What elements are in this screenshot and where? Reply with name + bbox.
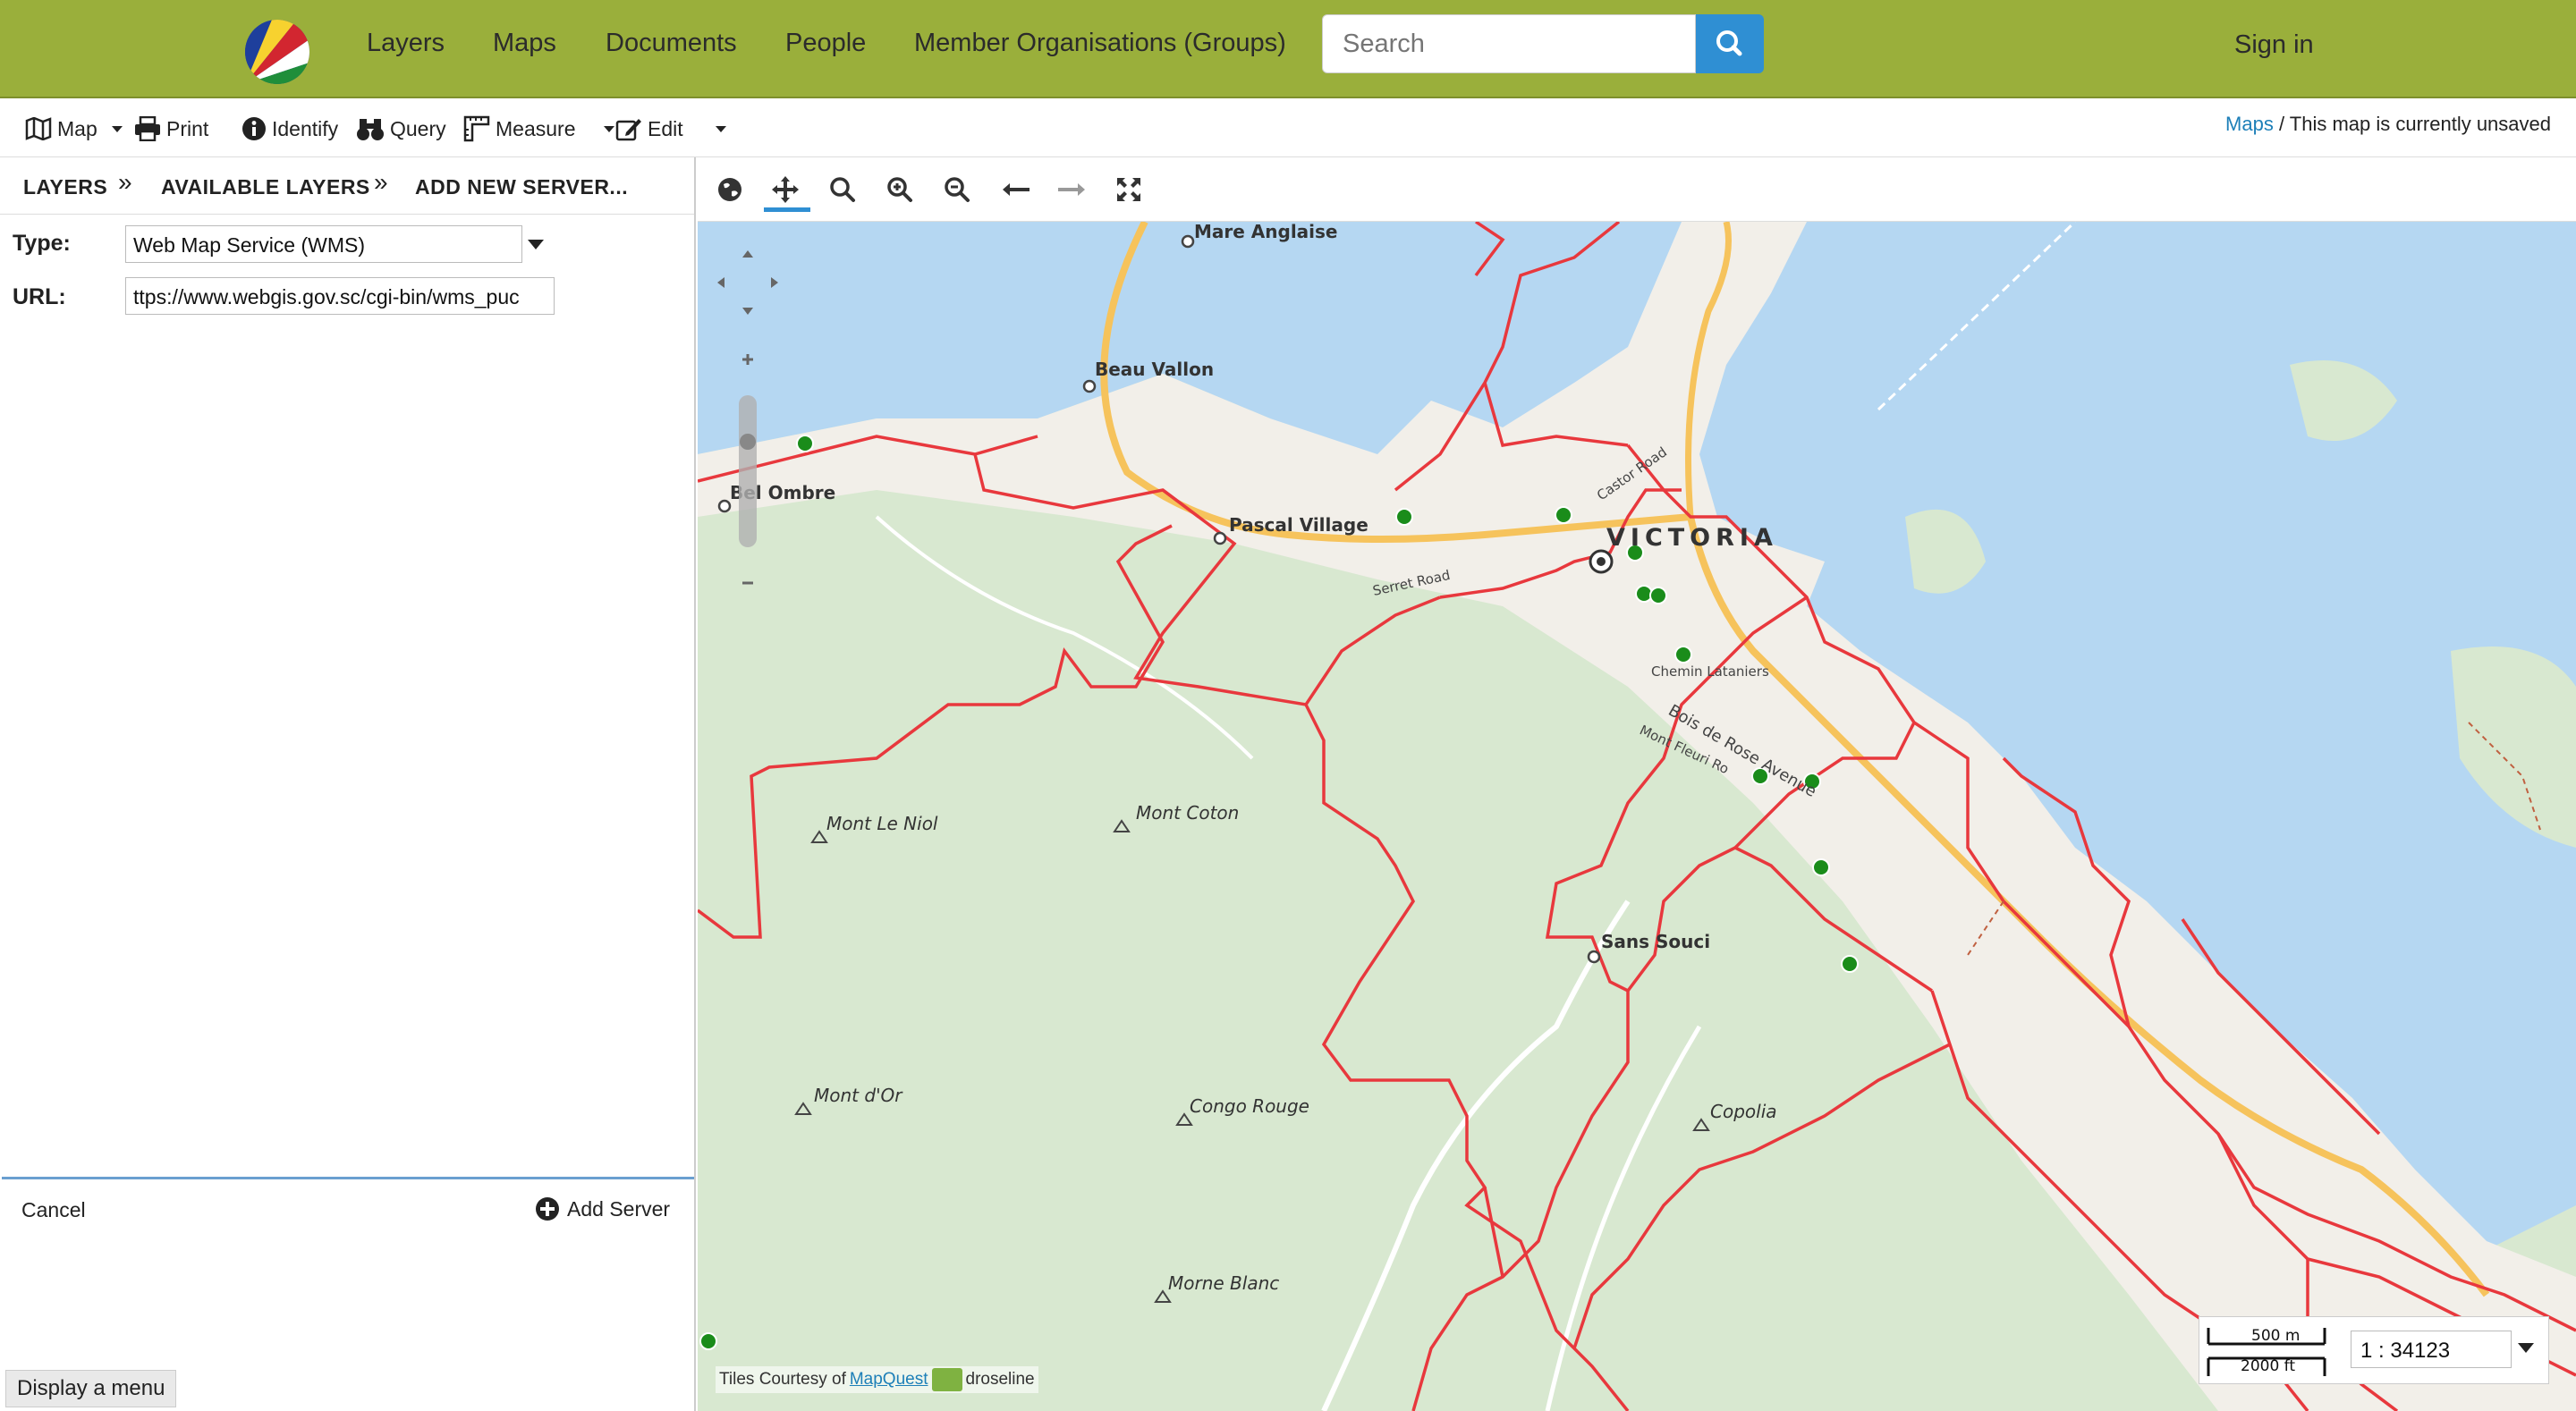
- attribution-prefix: Tiles Courtesy of: [719, 1370, 846, 1389]
- chevron-down-icon: [715, 125, 726, 132]
- chevron-down-icon: [604, 125, 615, 132]
- tab-add-new-server[interactable]: ADD NEW SERVER...: [415, 175, 628, 199]
- nav-layers[interactable]: Layers: [367, 29, 445, 58]
- place-label-congo-rouge: Congo Rouge: [1190, 1095, 1309, 1117]
- nav-documents[interactable]: Documents: [606, 29, 737, 58]
- print-label: Print: [166, 116, 209, 140]
- plus-circle-icon: [536, 1197, 559, 1221]
- print-icon: [135, 116, 160, 141]
- print-button[interactable]: Print: [134, 113, 208, 145]
- info-icon: [242, 117, 266, 140]
- top-navbar: Layers Maps Documents People Member Orga…: [0, 0, 2576, 98]
- place-label-sans-souci: Sans Souci: [1601, 931, 1710, 952]
- nav-people[interactable]: People: [785, 29, 866, 58]
- add-server-label: Add Server: [567, 1196, 671, 1221]
- place-label-mont-le-niol: Mont Le Niol: [826, 813, 938, 834]
- map-icon: [25, 117, 52, 140]
- tab-layers[interactable]: LAYERS: [23, 175, 107, 199]
- url-label: URL:: [13, 284, 66, 309]
- place-label-mare-anglaise: Mare Anglaise: [1194, 222, 1338, 242]
- fullscreen-button[interactable]: [1111, 172, 1147, 207]
- search-button[interactable]: [1696, 14, 1764, 73]
- nav-member-organisations[interactable]: Member Organisations (Groups): [914, 29, 1286, 58]
- identify-button[interactable]: Identify: [242, 113, 338, 145]
- breadcrumb-separator: »: [118, 168, 132, 196]
- arrow-left-icon: [1003, 183, 1030, 196]
- pan-tool-button[interactable]: [767, 172, 803, 207]
- active-tool-indicator: [764, 207, 810, 212]
- globe-icon: [718, 178, 741, 201]
- tab-available-layers[interactable]: AVAILABLE LAYERS: [161, 175, 370, 199]
- query-label: Query: [390, 116, 446, 140]
- map-toolbar: Map Print Identify Query Measure Edit: [0, 100, 2576, 157]
- expand-icon: [1117, 178, 1140, 201]
- measure-button[interactable]: Measure: [463, 113, 615, 145]
- identify-label: Identify: [272, 116, 339, 140]
- binoculars-icon: [357, 119, 384, 140]
- chevron-down-icon[interactable]: [528, 240, 544, 249]
- zoom-in-button[interactable]: [882, 172, 918, 207]
- zoom-in-icon: [887, 177, 912, 202]
- map-canvas[interactable]: Mare Anglaise Beau Vallon Bel Ombre Pasc…: [698, 222, 2576, 1411]
- edit-button[interactable]: Edit: [615, 113, 726, 145]
- chevron-down-icon[interactable]: [2518, 1343, 2534, 1353]
- zoom-box-button[interactable]: [825, 172, 860, 207]
- scale-imperial-label: 2000 ft: [2241, 1357, 2295, 1375]
- place-label-mont-coton: Mont Coton: [1136, 802, 1239, 824]
- breadcrumb: Maps / This map is currently unsaved: [2225, 113, 2551, 136]
- place-label-victoria: VICTORIA: [1606, 524, 1778, 552]
- previous-extent-button[interactable]: [998, 172, 1034, 207]
- scale-ratio-select[interactable]: 1 : 34123: [2351, 1331, 2512, 1368]
- sign-in-link[interactable]: Sign in: [2234, 30, 2314, 60]
- map-menu-button[interactable]: Map: [25, 113, 123, 145]
- panel-breadcrumb-tabs: LAYERS » AVAILABLE LAYERS » ADD NEW SERV…: [0, 157, 694, 215]
- chevron-down-icon: [111, 125, 123, 132]
- unsaved-status: / This map is currently unsaved: [2273, 113, 2551, 135]
- site-logo[interactable]: [245, 20, 309, 84]
- map-svg: Mare Anglaise Beau Vallon Bel Ombre Pasc…: [698, 222, 2576, 1411]
- place-label-morne-blanc: Morne Blanc: [1168, 1272, 1279, 1294]
- ruler-icon: [463, 115, 490, 142]
- edit-icon: [615, 119, 641, 141]
- map-attribution: Tiles Courtesy of MapQuest droseline: [716, 1366, 1038, 1393]
- display-menu-tooltip: Display a menu: [5, 1370, 177, 1407]
- server-url-field[interactable]: ttps://www.webgis.gov.sc/cgi-bin/wms_puc: [125, 277, 555, 315]
- type-label: Type:: [13, 231, 71, 256]
- mapquest-logo: [931, 1368, 962, 1391]
- measure-label: Measure: [496, 116, 576, 140]
- attribution-suffix: droseline: [965, 1370, 1035, 1389]
- breadcrumb-separator: »: [374, 168, 388, 196]
- place-label-mont-dor: Mont d'Or: [814, 1085, 903, 1106]
- scale-metric-label: 500 m: [2251, 1327, 2300, 1345]
- move-arrows-icon: [772, 176, 799, 203]
- zoom-to-world-button[interactable]: [712, 172, 748, 207]
- maps-breadcrumb-link[interactable]: Maps: [2225, 113, 2274, 135]
- cancel-button[interactable]: Cancel: [21, 1198, 86, 1222]
- nav-maps[interactable]: Maps: [493, 29, 556, 58]
- search-input[interactable]: [1322, 14, 1696, 73]
- magnifier-icon: [830, 177, 855, 202]
- zoom-out-icon: [945, 177, 970, 202]
- arrow-right-icon: [1058, 183, 1085, 196]
- zoom-out-button[interactable]: [939, 172, 975, 207]
- scale-bar: 500 m 2000 ft: [2207, 1327, 2326, 1376]
- mapquest-link[interactable]: MapQuest: [850, 1370, 928, 1390]
- server-type-select[interactable]: Web Map Service (WMS): [125, 225, 522, 263]
- map-tools-bar: [698, 157, 2576, 222]
- place-label-copolia: Copolia: [1710, 1101, 1777, 1122]
- place-label-beau-vallon: Beau Vallon: [1095, 359, 1214, 380]
- map-menu-label: Map: [57, 116, 97, 140]
- edit-label: Edit: [648, 116, 683, 140]
- search-icon: [1716, 30, 1742, 56]
- road-label-chemin-lataniers: Chemin Lataniers: [1651, 663, 1769, 680]
- query-button[interactable]: Query: [356, 113, 446, 145]
- next-extent-button[interactable]: [1054, 172, 1089, 207]
- add-server-button[interactable]: Add Server: [535, 1196, 670, 1221]
- place-label-pascal-village: Pascal Village: [1229, 514, 1368, 536]
